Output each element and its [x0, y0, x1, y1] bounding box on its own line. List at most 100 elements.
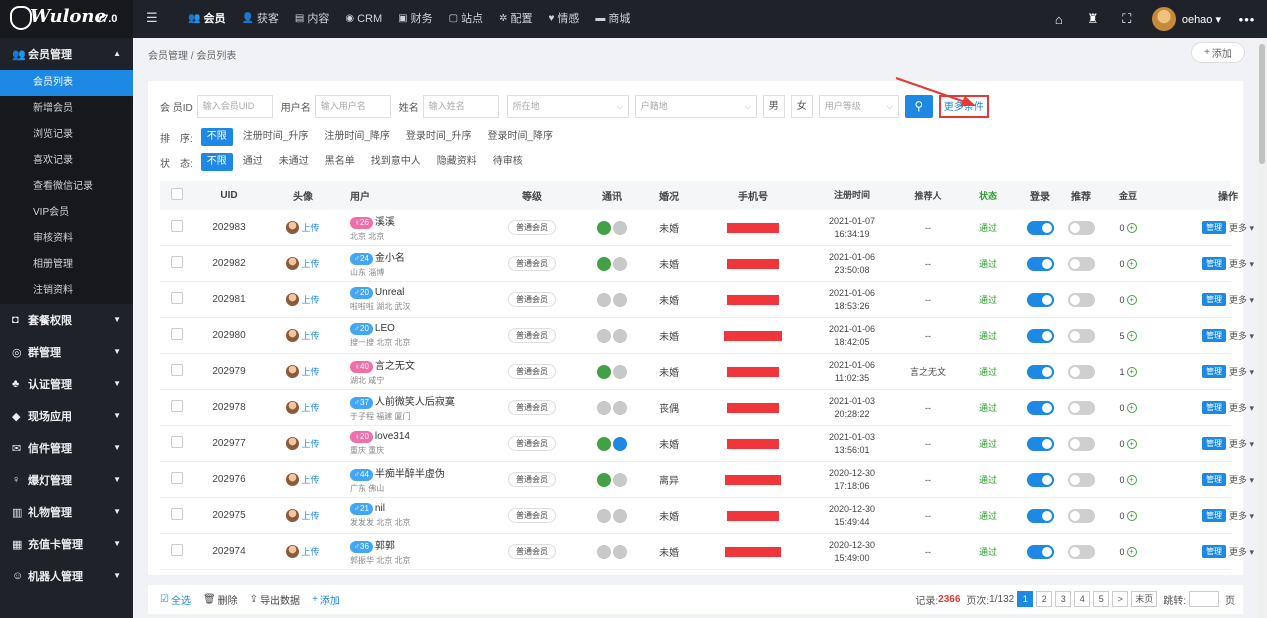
- username-input[interactable]: 输入用户名: [314, 95, 391, 118]
- user-cell[interactable]: ♀40 言之无文 湖北 咸宁: [342, 357, 480, 386]
- checkbox[interactable]: [171, 328, 183, 340]
- manage-button[interactable]: 管理: [1201, 365, 1226, 378]
- clean-icon[interactable]: ♜: [1080, 11, 1106, 27]
- page-button[interactable]: 5: [1093, 591, 1110, 607]
- user-cell[interactable]: ♀20 love314 重庆 重庆: [342, 431, 480, 456]
- checkbox[interactable]: [171, 472, 183, 484]
- row-checkbox-cell[interactable]: [160, 400, 194, 415]
- sidebar-item[interactable]: 审核资料: [0, 226, 133, 252]
- upload-link[interactable]: 上传: [301, 221, 319, 234]
- row-checkbox-cell[interactable]: [160, 292, 194, 307]
- wechat-icon[interactable]: [597, 400, 611, 415]
- user-nickname[interactable]: 人前微笑人后寂寞: [375, 397, 455, 408]
- plus-circle-icon[interactable]: +: [1126, 222, 1137, 233]
- checkbox[interactable]: [171, 508, 183, 520]
- user-name[interactable]: oehao ▾: [1182, 13, 1221, 26]
- user-cell[interactable]: ♂20 Unreal 啦啦啦 湖北 武汉: [342, 287, 480, 312]
- login-toggle[interactable]: [1026, 328, 1054, 343]
- checkbox[interactable]: [171, 400, 183, 412]
- manage-button[interactable]: 管理: [1201, 329, 1226, 342]
- sidebar-group-4[interactable]: ◆ 现场应用 ▼: [0, 400, 133, 432]
- qq-icon[interactable]: [613, 508, 627, 523]
- sidebar-item[interactable]: 相册管理: [0, 252, 133, 278]
- delete-button[interactable]: 🗑 删除: [203, 592, 238, 607]
- sort-option[interactable]: 登录时间_升序: [400, 128, 478, 146]
- topnav-内容[interactable]: ▤ 内容: [287, 0, 337, 38]
- manage-button[interactable]: 管理: [1201, 221, 1226, 234]
- status_filter-option[interactable]: 找到意中人: [365, 153, 427, 171]
- login-toggle[interactable]: [1026, 436, 1054, 451]
- manage-button[interactable]: 管理: [1201, 257, 1226, 270]
- wechat-icon[interactable]: [597, 544, 611, 559]
- page-button[interactable]: 3: [1055, 591, 1072, 607]
- wechat-icon[interactable]: [597, 220, 611, 235]
- topnav-配置[interactable]: ✲ 配置: [491, 0, 540, 38]
- plus-circle-icon[interactable]: +: [1126, 510, 1137, 521]
- login-toggle[interactable]: [1026, 400, 1054, 415]
- more-dropdown[interactable]: 更多 ▾: [1229, 329, 1254, 342]
- row-checkbox-cell[interactable]: [160, 220, 194, 235]
- add-button[interactable]: + 添加: [1191, 42, 1245, 63]
- sidebar-item[interactable]: 喜欢记录: [0, 148, 133, 174]
- sidebar-item[interactable]: 注销资料: [0, 278, 133, 304]
- recommend-toggle[interactable]: [1067, 400, 1095, 415]
- recommend-toggle[interactable]: [1067, 220, 1095, 235]
- row-checkbox-cell[interactable]: [160, 508, 194, 523]
- checkbox[interactable]: [171, 220, 183, 232]
- recommend-toggle[interactable]: [1067, 256, 1095, 271]
- qq-icon[interactable]: [613, 256, 627, 271]
- recommend-toggle[interactable]: [1067, 508, 1095, 523]
- login-toggle[interactable]: [1026, 220, 1054, 235]
- user-cell[interactable]: ♂20 LEO 搜一搜 北京 北京: [342, 323, 480, 348]
- more-dropdown[interactable]: 更多 ▾: [1229, 221, 1254, 234]
- manage-button[interactable]: 管理: [1201, 437, 1226, 450]
- more-dropdown[interactable]: 更多 ▾: [1229, 257, 1254, 270]
- recommend-toggle[interactable]: [1067, 292, 1095, 307]
- plus-circle-icon[interactable]: +: [1126, 258, 1137, 269]
- upload-link[interactable]: 上传: [301, 509, 319, 522]
- manage-button[interactable]: 管理: [1201, 401, 1226, 414]
- user-avatar[interactable]: [1151, 7, 1176, 31]
- plus-circle-icon[interactable]: +: [1126, 294, 1137, 305]
- sort-option[interactable]: 不限: [200, 128, 233, 146]
- last-page-button[interactable]: 末页: [1131, 591, 1158, 607]
- sidebar-group-5[interactable]: ✉ 信件管理 ▼: [0, 432, 133, 464]
- upload-link[interactable]: 上传: [301, 293, 319, 306]
- export-button[interactable]: ⇪ 导出数据: [250, 592, 300, 607]
- user-nickname[interactable]: 郭郭: [375, 541, 395, 552]
- recommend-toggle[interactable]: [1067, 328, 1095, 343]
- wechat-icon[interactable]: [597, 292, 611, 307]
- plus-circle-icon[interactable]: +: [1126, 366, 1137, 377]
- more-dropdown[interactable]: 更多 ▾: [1229, 293, 1254, 306]
- topnav-财务[interactable]: ▣ 财务: [390, 0, 440, 38]
- sidebar-item[interactable]: 浏览记录: [0, 122, 133, 148]
- manage-button[interactable]: 管理: [1201, 473, 1226, 486]
- more-dropdown[interactable]: 更多 ▾: [1229, 401, 1254, 414]
- upload-link[interactable]: 上传: [301, 473, 319, 486]
- qq-icon[interactable]: [613, 364, 627, 379]
- checkbox[interactable]: [171, 256, 183, 268]
- wechat-icon[interactable]: [597, 508, 611, 523]
- status_filter-option[interactable]: 不限: [200, 153, 233, 171]
- user-cell[interactable]: ♂36 郭郭 郭振华 北京 北京: [342, 537, 480, 566]
- more-dropdown[interactable]: 更多 ▾: [1229, 545, 1254, 558]
- more-dropdown[interactable]: 更多 ▾: [1229, 365, 1254, 378]
- page-button[interactable]: 1: [1017, 591, 1034, 607]
- status_filter-option[interactable]: 通过: [237, 153, 269, 171]
- wechat-icon[interactable]: [597, 328, 611, 343]
- user-nickname[interactable]: 金小名: [375, 253, 405, 264]
- plus-circle-icon[interactable]: +: [1126, 438, 1137, 449]
- wechat-icon[interactable]: [597, 436, 611, 451]
- sidebar-item[interactable]: 会员列表: [0, 70, 133, 96]
- user-cell[interactable]: ♂44 半痴半醉半虚伪 广东 佛山: [342, 465, 480, 494]
- sort-option[interactable]: 注册时间_升序: [237, 128, 315, 146]
- upload-link[interactable]: 上传: [301, 329, 319, 342]
- qq-icon[interactable]: [613, 436, 627, 451]
- user-nickname[interactable]: 溪溪: [375, 217, 395, 228]
- sort-option[interactable]: 登录时间_降序: [481, 128, 559, 146]
- manage-button[interactable]: 管理: [1201, 509, 1226, 522]
- sidebar-group-2[interactable]: ◎ 群管理 ▼: [0, 336, 133, 368]
- logo[interactable]: Wulone v7.0: [0, 0, 133, 38]
- more-dropdown[interactable]: 更多 ▾: [1229, 473, 1254, 486]
- recommend-toggle[interactable]: [1067, 364, 1095, 379]
